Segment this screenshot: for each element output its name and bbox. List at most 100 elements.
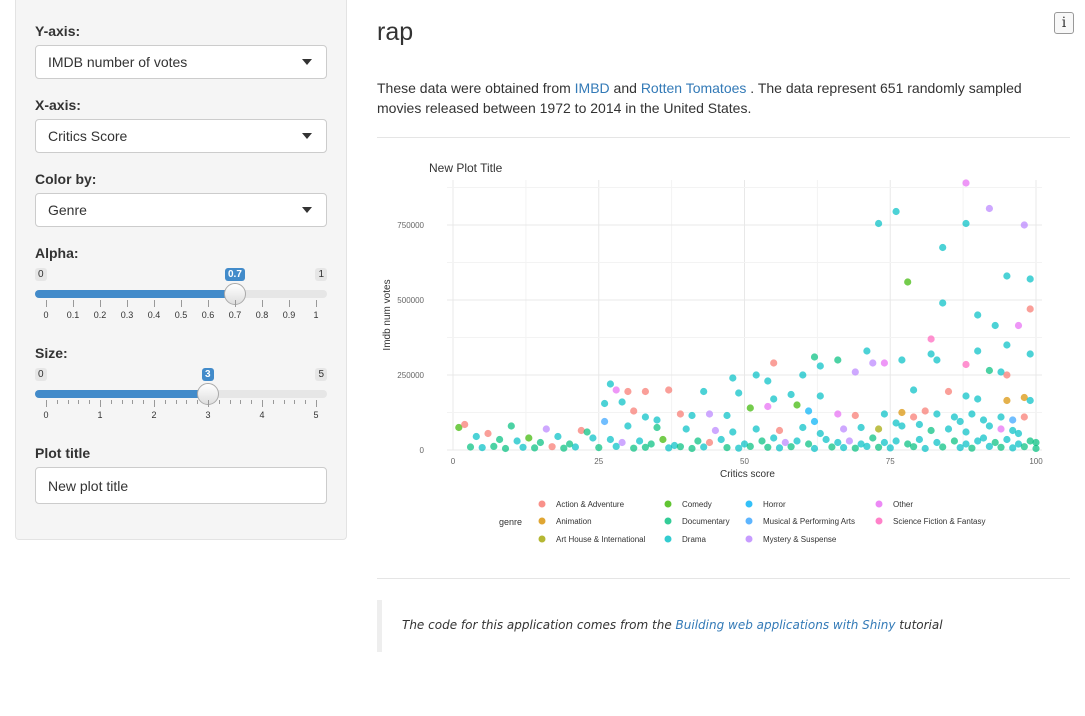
data-point bbox=[1026, 275, 1034, 283]
legend-label: Documentary bbox=[682, 517, 730, 526]
data-point bbox=[875, 219, 883, 228]
data-point bbox=[939, 243, 947, 252]
size-slider[interactable]: 0 5 3 0 1 2 3 4 5 bbox=[35, 368, 327, 430]
data-point bbox=[554, 432, 562, 441]
data-point bbox=[694, 437, 702, 445]
slider-tick bbox=[121, 400, 123, 404]
data-point bbox=[618, 398, 626, 406]
data-point bbox=[787, 443, 795, 451]
data-point bbox=[560, 444, 568, 452]
info-icon[interactable]: i bbox=[1054, 12, 1074, 34]
slider-tick bbox=[294, 400, 296, 404]
legend-key bbox=[745, 517, 753, 525]
data-point bbox=[979, 416, 988, 424]
data-point bbox=[985, 204, 994, 213]
tutorial-link[interactable]: Building web applications with Shiny bbox=[676, 618, 896, 632]
data-point bbox=[472, 432, 480, 441]
data-point bbox=[880, 410, 888, 418]
data-point bbox=[507, 422, 515, 430]
data-point bbox=[910, 443, 918, 451]
yaxis-select[interactable]: IMDB number of votes bbox=[35, 45, 327, 79]
data-point bbox=[606, 435, 614, 444]
slider-tick bbox=[78, 400, 80, 404]
data-point bbox=[624, 422, 632, 430]
data-point bbox=[927, 350, 935, 358]
slider-tick-label: 0 bbox=[43, 410, 49, 420]
data-point bbox=[799, 423, 807, 432]
data-point bbox=[974, 311, 982, 319]
data-point bbox=[542, 425, 550, 433]
x-tick-label: 25 bbox=[594, 457, 603, 466]
data-point bbox=[758, 437, 766, 445]
data-point bbox=[775, 444, 784, 452]
data-point bbox=[828, 443, 836, 451]
legend-key bbox=[538, 535, 546, 543]
y-tick-label: 0 bbox=[420, 446, 425, 455]
x-axis-label: Critics score bbox=[720, 469, 775, 480]
legend-key bbox=[538, 500, 546, 508]
slider-tick bbox=[164, 400, 166, 404]
data-point bbox=[915, 435, 924, 444]
data-point bbox=[933, 356, 941, 364]
data-point bbox=[834, 438, 842, 447]
slider-tick bbox=[197, 400, 199, 404]
slider-tick bbox=[56, 400, 58, 404]
scatter-plot: 0 25 50 75 100 0 250000 500000 750000 New Plot Ti… bbox=[382, 161, 1043, 544]
slider-tick-label: 1 bbox=[313, 310, 319, 320]
data-point bbox=[892, 207, 900, 216]
color-select[interactable]: Genre bbox=[35, 193, 327, 227]
data-point bbox=[962, 219, 970, 228]
slider-tick bbox=[132, 400, 134, 404]
data-point bbox=[1020, 221, 1028, 229]
data-point bbox=[711, 426, 719, 435]
plot-title-input[interactable]: New plot title bbox=[35, 467, 327, 504]
data-point bbox=[875, 443, 883, 451]
slider-tick bbox=[73, 300, 74, 307]
data-point bbox=[933, 438, 941, 447]
data-point bbox=[1020, 413, 1028, 421]
data-point bbox=[775, 426, 784, 435]
data-point bbox=[589, 434, 597, 442]
slider-tick bbox=[154, 300, 155, 307]
slider-tick bbox=[289, 300, 290, 307]
legend-label: Animation bbox=[556, 517, 592, 526]
data-point bbox=[461, 420, 469, 429]
data-point bbox=[857, 423, 865, 432]
data-point bbox=[921, 407, 929, 415]
size-label: Size: bbox=[35, 345, 68, 361]
data-point bbox=[939, 443, 947, 451]
data-point bbox=[944, 425, 953, 433]
data-point bbox=[490, 442, 498, 450]
plot-title: New Plot Title bbox=[429, 161, 503, 175]
data-point bbox=[1009, 444, 1017, 452]
x-tick-label: 50 bbox=[740, 457, 749, 466]
slider-tick bbox=[143, 400, 145, 404]
xaxis-select[interactable]: Critics Score bbox=[35, 119, 327, 153]
plot-title-label: Plot title bbox=[35, 445, 91, 461]
data-point bbox=[997, 413, 1005, 421]
rotten-tomatoes-link[interactable]: Rotten Tomatoes bbox=[641, 80, 747, 96]
slider-tick bbox=[305, 400, 307, 404]
imdb-link[interactable]: IMBD bbox=[575, 80, 610, 96]
data-point bbox=[723, 444, 731, 452]
data-point bbox=[717, 435, 725, 444]
slider-tick bbox=[100, 300, 101, 307]
legend-label: Mystery & Suspense bbox=[763, 535, 837, 544]
data-point bbox=[845, 437, 853, 445]
yaxis-label: Y-axis: bbox=[35, 23, 81, 39]
data-point bbox=[822, 435, 830, 444]
slider-tick bbox=[272, 400, 274, 404]
data-point bbox=[1003, 396, 1011, 405]
slider-tick bbox=[186, 400, 188, 404]
sidebar-panel: Y-axis: IMDB number of votes X-axis: Cri… bbox=[15, 0, 347, 540]
slider-tick bbox=[154, 400, 155, 407]
slider-tick bbox=[67, 400, 69, 404]
data-point bbox=[816, 362, 824, 370]
alpha-min: 0 bbox=[35, 268, 47, 281]
data-point bbox=[799, 371, 807, 379]
alpha-slider[interactable]: 0 1 0.7 0 0.1 0.2 0.3 0.4 0.5 0.6 0.7 0.8 0.9 1 bbox=[35, 268, 327, 330]
data-point bbox=[863, 347, 871, 355]
data-point bbox=[1009, 416, 1017, 424]
divider bbox=[377, 578, 1070, 579]
data-point bbox=[851, 411, 859, 420]
